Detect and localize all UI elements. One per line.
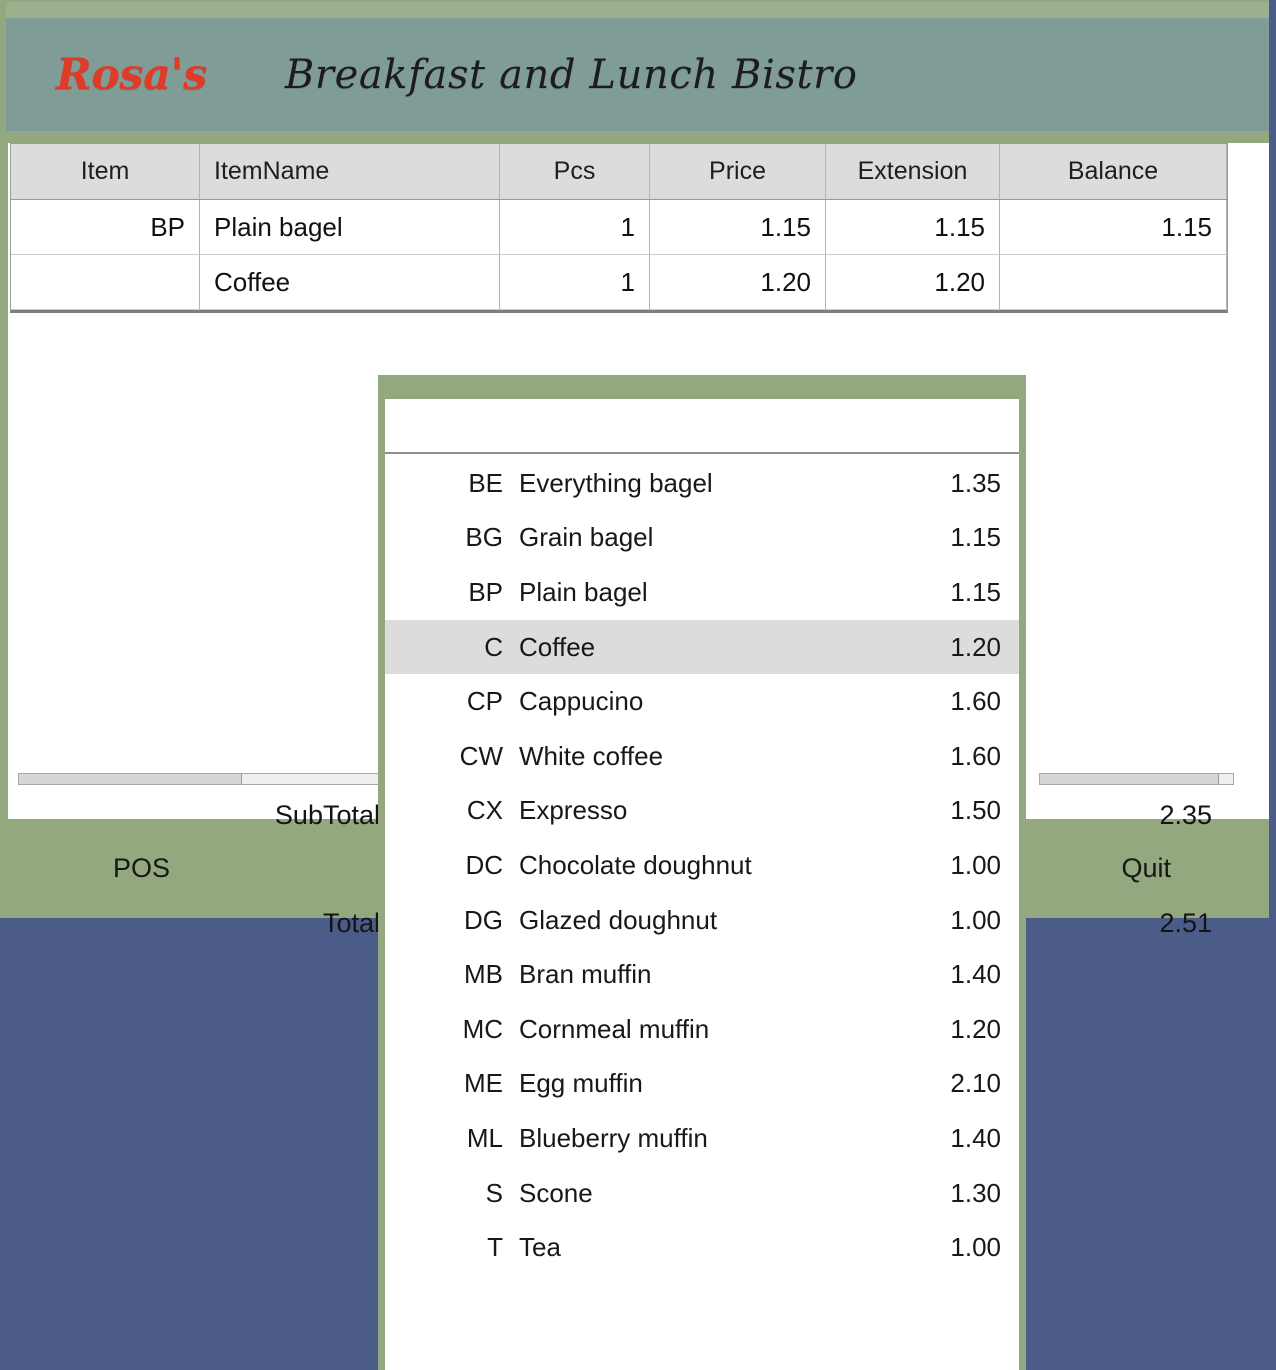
dropdown-item-name: Glazed doughnut [519,904,718,935]
dropdown-item-code: C [484,631,503,662]
scrollbar-thumb[interactable] [1040,774,1219,784]
total-label: Total [322,907,380,938]
dropdown-item[interactable]: DC Chocolate doughnut 1.00 [385,838,1019,893]
dropdown-item-price: 1.20 [950,631,1001,662]
column-header-item[interactable]: Item [11,144,200,199]
dropdown-item-price: 1.50 [950,795,1001,826]
total-value: 2.51 [1159,907,1212,938]
dropdown-item[interactable]: BP Plain bagel 1.15 [385,565,1019,620]
dropdown-item[interactable]: MB Bran muffin 1.40 [385,947,1019,1002]
dropdown-item-price: 1.00 [950,849,1001,880]
dropdown-item-name: Cornmeal muffin [519,1013,710,1044]
dropdown-item-code: DC [465,849,503,880]
dropdown-item-name: Bran muffin [519,959,652,990]
cell-item: BP [11,200,200,254]
dropdown-item-code: MC [462,1013,503,1044]
cell-item [11,255,200,309]
dropdown-item[interactable]: C Coffee 1.20 [385,619,1019,675]
dropdown-item-code: T [487,1232,503,1263]
dropdown-item-price: 1.60 [950,740,1001,771]
dropdown-item-code: MB [464,959,503,990]
dropdown-search-input[interactable] [385,399,1019,454]
dropdown-item-code: DG [464,904,503,935]
quit-button[interactable]: Quit [1121,853,1171,884]
dropdown-item[interactable]: T Tea 1.00 [385,1220,1019,1275]
dropdown-item-name: Egg muffin [519,1068,643,1099]
column-header-pcs[interactable]: Pcs [500,144,650,199]
dropdown-item-code: S [485,1177,503,1208]
dropdown-item[interactable]: CP Cappucino 1.60 [385,674,1019,729]
dropdown-item-name: Scone [519,1177,593,1208]
column-header-item-name[interactable]: ItemName [200,144,500,199]
invoice-grid[interactable]: Item ItemName Pcs Price Extension Balanc… [10,143,1228,313]
horizontal-scrollbar-right[interactable] [1039,773,1234,785]
dropdown-item-price: 1.60 [950,686,1001,717]
dropdown-item-code: BP [468,576,503,607]
dropdown-item-code: CP [466,686,503,717]
dropdown-item[interactable]: S Scone 1.30 [385,1165,1019,1221]
dropdown-item-list[interactable]: BE Everything bagel 1.35 BG Grain bagel 1.15 B… [385,456,1019,1275]
dropdown-item-code: BE [468,467,503,498]
column-header-balance[interactable]: Balance [1000,144,1227,199]
cell-balance: 1.15 [1000,200,1227,254]
dropdown-item[interactable]: ME Egg muffin 2.10 [385,1056,1019,1112]
title-bar: Rosa's Breakfast and Lunch Bistro [6,18,1269,131]
dropdown-item[interactable]: BE Everything bagel 1.35 [385,456,1019,511]
dropdown-item-code: BG [465,522,503,553]
column-header-extension[interactable]: Extension [826,144,1000,199]
dropdown-item[interactable]: CX Expresso 1.50 [385,783,1019,839]
dropdown-item-name: Grain bagel [519,522,654,553]
dropdown-item-name: Tea [519,1232,561,1263]
cell-pcs: 1 [500,200,650,254]
dropdown-item-price: 1.20 [950,1013,1001,1044]
column-header-price[interactable]: Price [650,144,826,199]
cell-extension: 1.15 [826,200,1000,254]
grid-header-row: Item ItemName Pcs Price Extension Balanc… [11,144,1227,200]
dropdown-item-code: ML [466,1122,503,1153]
dropdown-item-code: CX [466,795,503,826]
item-picker-dropdown[interactable]: BE Everything bagel 1.35 BG Grain bagel 1.15 B… [378,375,1026,1370]
table-row[interactable]: BP Plain bagel 1 1.15 1.15 1.15 [11,200,1227,255]
dropdown-item[interactable]: MC Cornmeal muffin 1.20 [385,1001,1019,1057]
dropdown-item-name: White coffee [519,740,664,771]
cell-price: 1.20 [650,255,826,309]
dropdown-item-price: 1.40 [950,959,1001,990]
dropdown-item[interactable]: ML Blueberry muffin 1.40 [385,1111,1019,1166]
cell-extension: 1.20 [826,255,1000,309]
dropdown-item-price: 1.00 [950,1232,1001,1263]
dropdown-item-name: Plain bagel [519,576,648,607]
dropdown-item-price: 1.00 [950,904,1001,935]
cell-price: 1.15 [650,200,826,254]
dropdown-item[interactable]: BG Grain bagel 1.15 [385,510,1019,566]
dropdown-panel: BE Everything bagel 1.35 BG Grain bagel 1.15 B… [385,399,1019,1370]
dropdown-item-price: 1.15 [950,576,1001,607]
dropdown-item-name: Blueberry muffin [519,1122,708,1153]
dropdown-item-name: Coffee [519,631,596,662]
cell-balance [1000,255,1227,309]
dropdown-item-price: 1.30 [950,1177,1001,1208]
dropdown-item-name: Chocolate doughnut [519,849,752,880]
brand-logo-text: Rosa's [56,49,207,100]
pos-button[interactable]: POS [113,853,170,884]
dropdown-item-price: 1.40 [950,1122,1001,1153]
dropdown-item-code: CW [459,740,503,771]
dropdown-item-code: ME [464,1068,503,1099]
dropdown-item-name: Cappucino [519,686,644,717]
dropdown-item[interactable]: DG Glazed doughnut 1.00 [385,892,1019,948]
cell-item-name: Plain bagel [200,200,500,254]
dropdown-item-price: 2.10 [950,1068,1001,1099]
window-frame-top-strip [6,2,1269,18]
scrollbar-thumb[interactable] [19,774,242,784]
dropdown-item-name: Everything bagel [519,467,713,498]
cell-pcs: 1 [500,255,650,309]
dropdown-item-name: Expresso [519,795,628,826]
dropdown-item-price: 1.15 [950,522,1001,553]
dropdown-item[interactable]: CW White coffee 1.60 [385,728,1019,784]
table-row[interactable]: Coffee 1 1.20 1.20 [11,255,1227,310]
cell-item-name: Coffee [200,255,500,309]
page-title: Breakfast and Lunch Bistro [284,51,858,98]
dropdown-item-price: 1.35 [950,467,1001,498]
